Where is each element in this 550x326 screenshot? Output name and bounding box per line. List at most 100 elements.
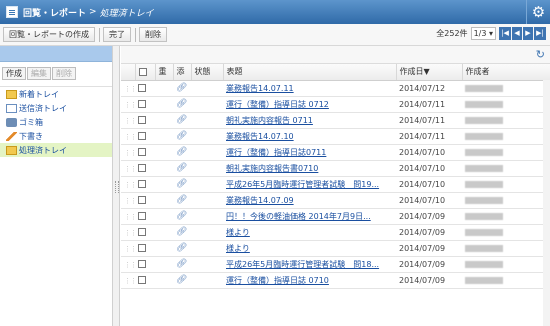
create-report-button[interactable]: 回覧・レポートの作成 bbox=[3, 27, 95, 42]
table-row[interactable]: ⋮⋮ 🔗︎ 様より 2014/07/09 bbox=[121, 240, 550, 257]
pane-splitter[interactable] bbox=[113, 46, 120, 326]
row-drag-handle[interactable]: ⋮⋮ bbox=[121, 224, 135, 241]
row-drag-handle[interactable]: ⋮⋮ bbox=[121, 144, 135, 161]
table-row[interactable]: ⋮⋮ 🔗︎ 円！！今後の軽油価格 2014年7月9日... 2014/07/09 bbox=[121, 208, 550, 225]
redacted-author bbox=[465, 148, 503, 156]
row-drag-handle[interactable]: ⋮⋮ bbox=[121, 272, 135, 289]
row-subject-link[interactable]: 円！！今後の軽油価格 2014年7月9日... bbox=[223, 208, 396, 225]
row-checkbox[interactable] bbox=[135, 112, 155, 129]
breadcrumb-circulation-report[interactable]: 回覧・レポート bbox=[23, 6, 86, 19]
row-checkbox[interactable] bbox=[135, 144, 155, 161]
table-row[interactable]: ⋮⋮ 🔗︎ 業務報告14.07.11 2014/07/12 bbox=[121, 80, 550, 97]
row-subject-link[interactable]: 運行（整備）指導日誌0711 bbox=[223, 144, 396, 161]
row-drag-handle[interactable]: ⋮⋮ bbox=[121, 208, 135, 225]
row-checkbox[interactable] bbox=[135, 224, 155, 241]
date-column-header[interactable]: 作成日▼ bbox=[396, 64, 463, 81]
row-drag-handle[interactable]: ⋮⋮ bbox=[121, 96, 135, 113]
row-checkbox[interactable] bbox=[135, 192, 155, 209]
row-author bbox=[462, 272, 550, 289]
row-author bbox=[462, 208, 550, 225]
first-page-icon[interactable]: |◀ bbox=[499, 27, 511, 40]
complete-button[interactable]: 完了 bbox=[103, 27, 131, 42]
paperclip-icon: 🔗︎ bbox=[173, 112, 191, 129]
status-cell bbox=[191, 128, 223, 145]
redacted-author bbox=[465, 276, 503, 284]
row-checkbox[interactable] bbox=[135, 272, 155, 289]
toolbar-divider bbox=[135, 27, 136, 42]
important-column-header[interactable]: 重 bbox=[155, 64, 174, 81]
table-row[interactable]: ⋮⋮ 🔗︎ 運行（整備）指導日誌0711 2014/07/10 bbox=[121, 144, 550, 161]
row-subject-link[interactable]: 様より bbox=[223, 224, 396, 241]
row-subject-link[interactable]: 運行（整備）指導日誌 0712 bbox=[223, 96, 396, 113]
row-checkbox[interactable] bbox=[135, 96, 155, 113]
status-column-header[interactable]: 状態 bbox=[191, 64, 224, 81]
table-row[interactable]: ⋮⋮ 🔗︎ 運行（整備）指導日誌 0712 2014/07/11 bbox=[121, 96, 550, 113]
row-drag-handle[interactable]: ⋮⋮ bbox=[121, 192, 135, 209]
status-cell bbox=[191, 192, 223, 209]
table-row[interactable]: ⋮⋮ 🔗︎ 朝礼実施内容報告 0711 2014/07/11 bbox=[121, 112, 550, 129]
paperclip-icon: 🔗︎ bbox=[173, 160, 191, 177]
status-cell bbox=[191, 256, 223, 273]
gear-icon[interactable]: ⚙ bbox=[526, 0, 550, 24]
redacted-author bbox=[465, 212, 503, 220]
table-row[interactable]: ⋮⋮ 🔗︎ 業務報告14.07.10 2014/07/11 bbox=[121, 128, 550, 145]
row-date: 2014/07/11 bbox=[396, 112, 462, 129]
row-drag-handle[interactable]: ⋮⋮ bbox=[121, 112, 135, 129]
row-subject-link[interactable]: 様より bbox=[223, 240, 396, 257]
author-column-header[interactable]: 作成者 bbox=[462, 64, 550, 81]
row-drag-handle[interactable]: ⋮⋮ bbox=[121, 160, 135, 177]
row-checkbox[interactable] bbox=[135, 80, 155, 97]
folder-item-inbox[interactable]: 新着トレイ bbox=[0, 87, 112, 101]
folder-item-drafts[interactable]: 下書き bbox=[0, 129, 112, 143]
row-subject-link[interactable]: 運行（整備）指導日誌 0710 bbox=[223, 272, 396, 289]
row-checkbox[interactable] bbox=[135, 128, 155, 145]
folder-create-button[interactable]: 作成 bbox=[2, 67, 26, 80]
table-row[interactable]: ⋮⋮ 🔗︎ 運行（整備）指導日誌 0710 2014/07/09 bbox=[121, 272, 550, 289]
row-drag-handle[interactable]: ⋮⋮ bbox=[121, 80, 135, 97]
row-subject-link[interactable]: 平成26年5月臨時運行管理者試験 問19... bbox=[223, 176, 396, 193]
row-subject-link[interactable]: 業務報告14.07.11 bbox=[223, 80, 396, 97]
table-row[interactable]: ⋮⋮ 🔗︎ 朝礼実施内容報告書0710 2014/07/10 bbox=[121, 160, 550, 177]
row-subject-link[interactable]: 業務報告14.07.09 bbox=[223, 192, 396, 209]
toolbar-divider bbox=[99, 27, 100, 42]
table-row[interactable]: ⋮⋮ 🔗︎ 平成26年5月臨時運行管理者試験 問18... 2014/07/09 bbox=[121, 256, 550, 273]
paperclip-icon: 🔗︎ bbox=[173, 240, 191, 257]
important-cell bbox=[155, 240, 173, 257]
redacted-author bbox=[465, 260, 503, 268]
row-subject-link[interactable]: 業務報告14.07.10 bbox=[223, 128, 396, 145]
row-subject-link[interactable]: 朝礼実施内容報告書0710 bbox=[223, 160, 396, 177]
row-drag-handle[interactable]: ⋮⋮ bbox=[121, 128, 135, 145]
select-all-checkbox[interactable] bbox=[135, 64, 156, 81]
attach-column-header[interactable]: 添 bbox=[173, 64, 192, 81]
subject-column-header[interactable]: 表題 bbox=[223, 64, 397, 81]
row-drag-handle[interactable]: ⋮⋮ bbox=[121, 240, 135, 257]
row-date: 2014/07/09 bbox=[396, 272, 462, 289]
folder-item-sent[interactable]: 送信済トレイ bbox=[0, 101, 112, 115]
row-checkbox[interactable] bbox=[135, 176, 155, 193]
last-page-icon[interactable]: ▶| bbox=[534, 27, 546, 40]
vertical-scrollbar[interactable] bbox=[543, 80, 550, 326]
important-cell bbox=[155, 144, 173, 161]
row-drag-handle[interactable]: ⋮⋮ bbox=[121, 176, 135, 193]
table-row[interactable]: ⋮⋮ 🔗︎ 様より 2014/07/09 bbox=[121, 224, 550, 241]
folder-item-processed[interactable]: 処理済トレイ bbox=[0, 143, 112, 157]
prev-page-icon[interactable]: ◀ bbox=[512, 27, 522, 40]
page-select[interactable]: 1/3 ▾ bbox=[470, 27, 496, 40]
row-checkbox[interactable] bbox=[135, 240, 155, 257]
row-drag-handle[interactable]: ⋮⋮ bbox=[121, 256, 135, 273]
drag-column-header bbox=[121, 64, 136, 81]
row-subject-link[interactable]: 平成26年5月臨時運行管理者試験 問18... bbox=[223, 256, 396, 273]
table-row[interactable]: ⋮⋮ 🔗︎ 平成26年5月臨時運行管理者試験 問19... 2014/07/10 bbox=[121, 176, 550, 193]
status-cell bbox=[191, 176, 223, 193]
row-subject-link[interactable]: 朝礼実施内容報告 0711 bbox=[223, 112, 396, 129]
row-date: 2014/07/10 bbox=[396, 144, 462, 161]
next-page-icon[interactable]: ▶ bbox=[523, 27, 533, 40]
row-checkbox[interactable] bbox=[135, 160, 155, 177]
folder-item-trash[interactable]: ゴミ箱 bbox=[0, 115, 112, 129]
table-row[interactable]: ⋮⋮ 🔗︎ 業務報告14.07.09 2014/07/10 bbox=[121, 192, 550, 209]
row-checkbox[interactable] bbox=[135, 256, 155, 273]
refresh-icon[interactable]: ↻ bbox=[536, 48, 545, 61]
delete-button[interactable]: 削除 bbox=[139, 27, 167, 42]
row-checkbox[interactable] bbox=[135, 208, 155, 225]
paperclip-icon: 🔗︎ bbox=[173, 208, 191, 225]
